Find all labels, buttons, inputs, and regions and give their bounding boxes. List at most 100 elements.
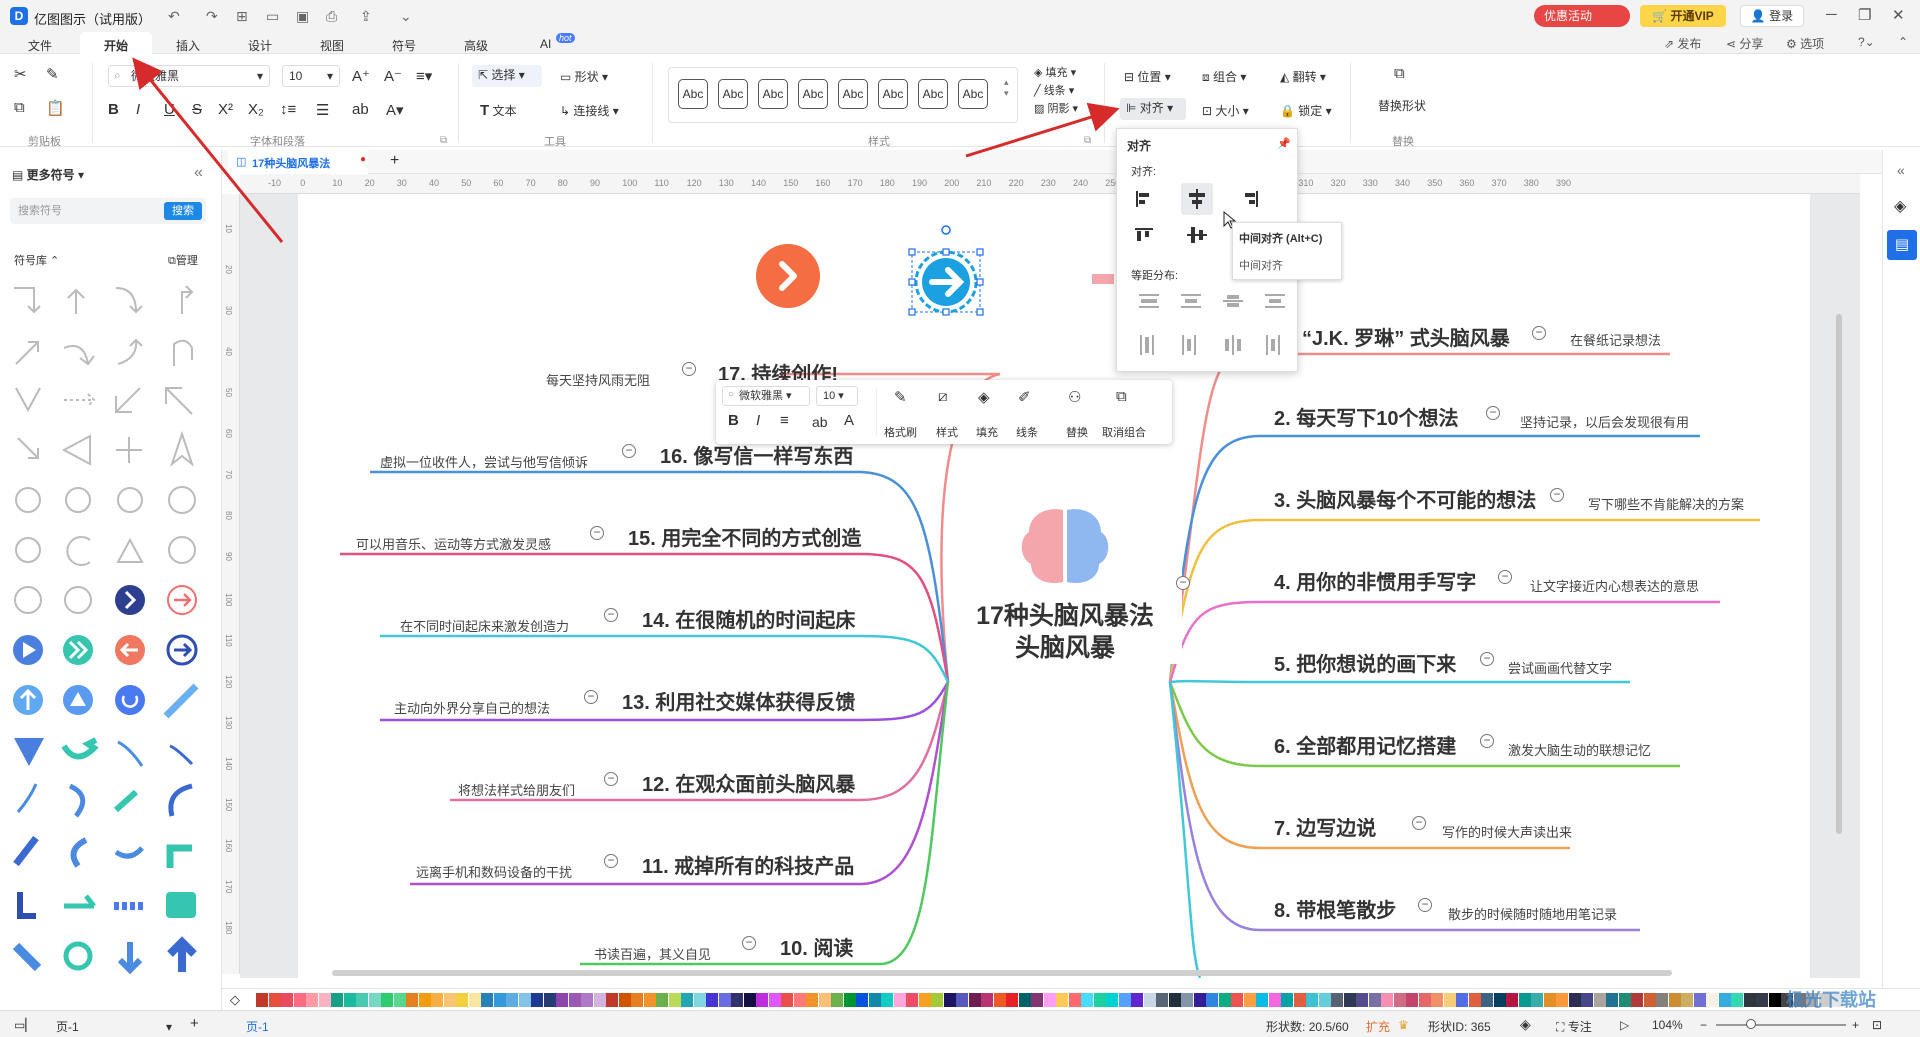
color-swatch[interactable] [718, 993, 731, 1007]
help-icon[interactable]: ?⌄ [1858, 35, 1875, 49]
pin-icon[interactable]: 📌 [1277, 137, 1291, 150]
mini-font-select[interactable]: 微软雅黑 ▾ [722, 386, 810, 406]
mini-label-replace[interactable]: 替换 [1066, 424, 1088, 440]
undo-icon[interactable]: ↶ [168, 8, 180, 25]
minimize-icon[interactable]: ─ [1826, 6, 1837, 23]
color-swatch[interactable] [256, 993, 268, 1007]
note-right-5[interactable]: 尝试画画代替文字 [1508, 658, 1612, 677]
color-swatch[interactable] [1206, 993, 1218, 1007]
layers-icon[interactable]: ◈ [1520, 1016, 1531, 1033]
color-swatch[interactable] [581, 993, 593, 1007]
topic-right-6[interactable]: 6. 全部都用记忆搭建 [1274, 730, 1456, 759]
subscript-icon[interactable]: X₂ [248, 101, 264, 118]
color-swatch[interactable] [1093, 993, 1106, 1007]
line-icon[interactable]: ✐ [1018, 388, 1031, 406]
collapse-toggle-icon[interactable]: − [682, 362, 696, 376]
font-dialog-launcher-icon[interactable]: ⧉ [440, 135, 447, 146]
color-swatch[interactable] [431, 993, 443, 1007]
color-swatch[interactable] [856, 993, 868, 1007]
login-button[interactable]: 👤 登录 [1740, 5, 1804, 27]
symbol-grid[interactable] [6, 278, 212, 1008]
color-swatch[interactable] [768, 993, 781, 1007]
collapse-ribbon-icon[interactable]: ⌃ [1898, 35, 1908, 49]
topic-right-8[interactable]: 8. 带根笔散步 [1274, 894, 1396, 923]
play-icon[interactable]: ▷ [1620, 1018, 1629, 1032]
color-swatch[interactable] [1293, 993, 1306, 1007]
color-swatch[interactable] [1581, 993, 1593, 1007]
tab-design[interactable]: 设计 [248, 37, 272, 54]
color-swatch[interactable] [518, 993, 531, 1007]
color-swatch[interactable] [606, 993, 618, 1007]
color-swatch[interactable] [893, 993, 906, 1007]
color-swatch[interactable] [1593, 993, 1606, 1007]
collapse-toggle-icon[interactable]: − [1418, 898, 1432, 912]
color-swatch[interactable] [906, 993, 918, 1007]
color-swatch[interactable] [1368, 993, 1381, 1007]
line-spacing-icon[interactable]: ↕≡ [280, 101, 296, 118]
color-swatch[interactable] [1081, 993, 1093, 1007]
color-swatch[interactable] [943, 993, 956, 1007]
save-icon[interactable]: ▣ [296, 8, 309, 25]
color-swatch[interactable] [1218, 993, 1231, 1007]
replace-shape-icon[interactable]: ⧉ [1394, 65, 1405, 82]
color-swatch[interactable] [1531, 993, 1543, 1007]
color-swatch[interactable] [1131, 993, 1143, 1007]
collapse-toggle-icon[interactable]: − [1486, 406, 1500, 420]
layout-icon[interactable]: ▭▏ [14, 1018, 35, 1032]
align-button[interactable]: ⊫ 对齐 ▾ [1120, 98, 1186, 120]
note-right-1[interactable]: 在餐纸记录想法 [1570, 330, 1661, 349]
collapse-toggle-icon[interactable]: − [604, 608, 618, 622]
style-preset[interactable]: Abc [758, 79, 788, 109]
expand-panel-icon[interactable]: « [1897, 162, 1905, 178]
lock-button[interactable]: 🔒 锁定 ▾ [1280, 102, 1332, 119]
size-button[interactable]: ⊡ 大小 ▾ [1202, 102, 1249, 119]
topic-left-14[interactable]: 14. 在很随机的时间起床 [642, 604, 855, 633]
collapse-toggle-icon[interactable]: − [1532, 326, 1546, 340]
text-tool-button[interactable]: T 文本 [480, 102, 517, 119]
note-right-3[interactable]: 写下哪些不肯能解决的方案 [1588, 494, 1744, 513]
italic-icon[interactable]: I [136, 101, 140, 118]
bullet-list-icon[interactable]: ☰ [316, 101, 329, 119]
color-swatch[interactable] [631, 993, 643, 1007]
color-swatch[interactable] [656, 993, 668, 1007]
color-swatch[interactable] [343, 993, 356, 1007]
topic-left-10[interactable]: 10. 阅读 [780, 932, 853, 961]
connector-tool-button[interactable]: ↳ 连接线 ▾ [560, 102, 619, 119]
collapse-toggle-icon[interactable]: − [1498, 570, 1512, 584]
color-swatch[interactable] [1406, 993, 1418, 1007]
add-page-button[interactable]: + [190, 1015, 199, 1032]
zoom-level[interactable]: 104% [1652, 1018, 1683, 1032]
collapse-toggle-icon[interactable]: − [1480, 734, 1494, 748]
color-swatch[interactable] [1356, 993, 1368, 1007]
color-swatch[interactable] [868, 993, 881, 1007]
color-swatch[interactable] [568, 993, 581, 1007]
document-tab[interactable]: ◫ 17种头脑风暴法 [228, 150, 368, 174]
color-swatch[interactable] [818, 993, 831, 1007]
color-swatch[interactable] [381, 993, 393, 1007]
expand-button[interactable]: 扩充 [1366, 1018, 1390, 1035]
note-left-15[interactable]: 可以用音乐、运动等方式激发灵感 [356, 534, 551, 553]
color-swatch[interactable] [443, 993, 456, 1007]
mini-size-select[interactable]: 10 ▾ [816, 386, 858, 406]
color-swatch[interactable] [1181, 993, 1193, 1007]
tab-symbol[interactable]: 符号 [392, 37, 416, 54]
color-swatch[interactable] [1431, 993, 1443, 1007]
collapse-toggle-icon[interactable]: − [1176, 576, 1190, 590]
color-swatch[interactable] [1606, 993, 1618, 1007]
color-swatch[interactable] [318, 993, 331, 1007]
style-preset[interactable]: Abc [958, 79, 988, 109]
promo-button[interactable]: 优惠活动 [1534, 5, 1630, 27]
central-topic[interactable]: 17种头脑风暴法 头脑风暴 [948, 488, 1182, 664]
new-icon[interactable]: ⊞ [236, 8, 248, 25]
ungroup-icon[interactable]: ⧉ [1116, 388, 1127, 405]
increase-font-icon[interactable]: A⁺ [352, 67, 370, 85]
gallery-scroll-icon[interactable]: ▴ ▾ [1004, 77, 1009, 99]
tab-file[interactable]: 文件 [28, 37, 52, 54]
color-swatch[interactable] [1018, 993, 1031, 1007]
color-swatch[interactable] [1281, 993, 1293, 1007]
topic-left-16[interactable]: 16. 像写信一样写东西 [660, 440, 853, 469]
color-swatch[interactable] [931, 993, 943, 1007]
redo-icon[interactable]: ↷ [206, 8, 218, 25]
color-swatch[interactable] [1481, 993, 1493, 1007]
color-swatch[interactable] [1268, 993, 1281, 1007]
